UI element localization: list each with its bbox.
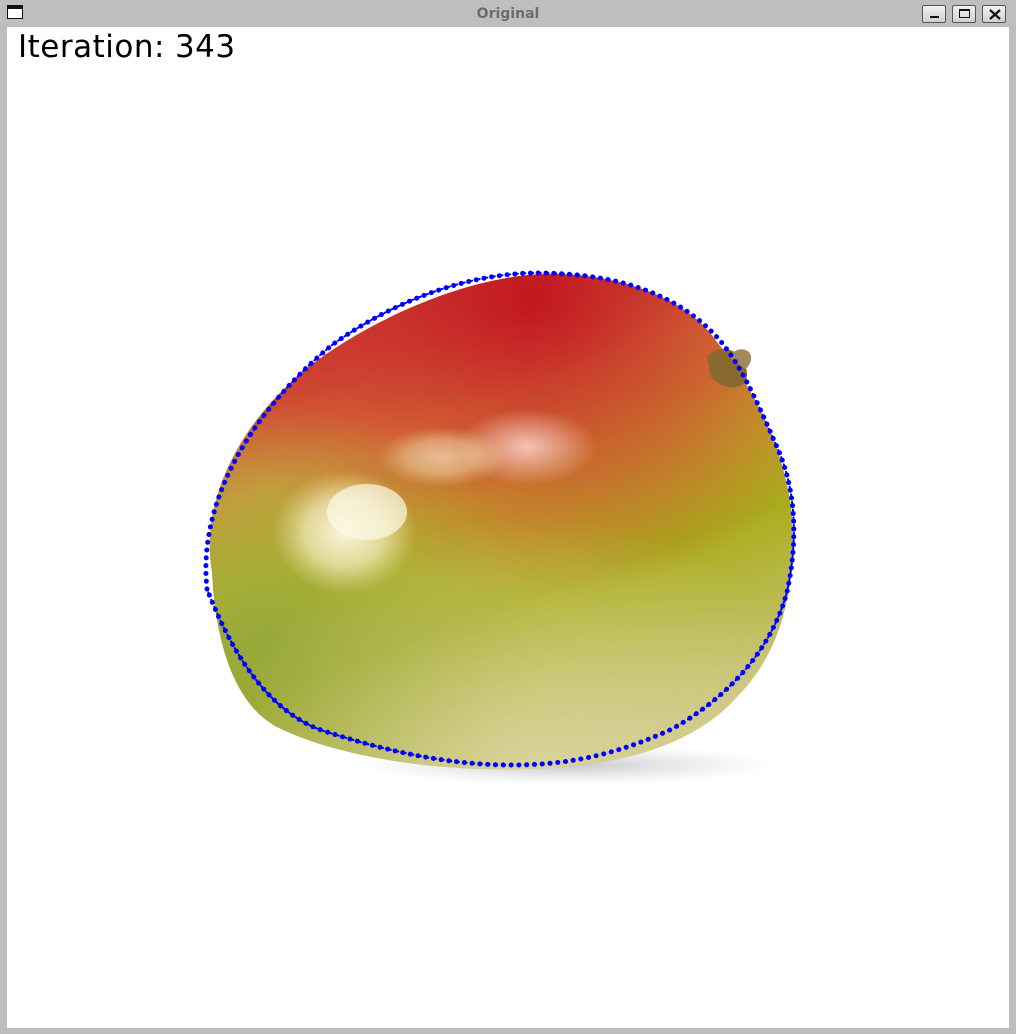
- maximize-button[interactable]: [952, 5, 976, 23]
- close-button[interactable]: [982, 5, 1006, 23]
- iteration-value: 343: [174, 29, 236, 65]
- mango-image: [203, 270, 797, 785]
- minimize-button[interactable]: [922, 5, 946, 23]
- image-canvas: Iteration: 343: [7, 27, 1009, 1028]
- maximize-icon: [959, 9, 970, 18]
- window-title: Original: [476, 6, 540, 22]
- title-bar[interactable]: Original: [0, 0, 1016, 27]
- close-icon: [989, 9, 1001, 20]
- app-window: Original Iteration: 343: [0, 0, 1016, 1034]
- mango-body: [209, 273, 793, 770]
- minimize-icon: [930, 16, 939, 18]
- iteration-label: Iteration:: [18, 29, 165, 65]
- iteration-overlay: Iteration: 343: [18, 29, 236, 65]
